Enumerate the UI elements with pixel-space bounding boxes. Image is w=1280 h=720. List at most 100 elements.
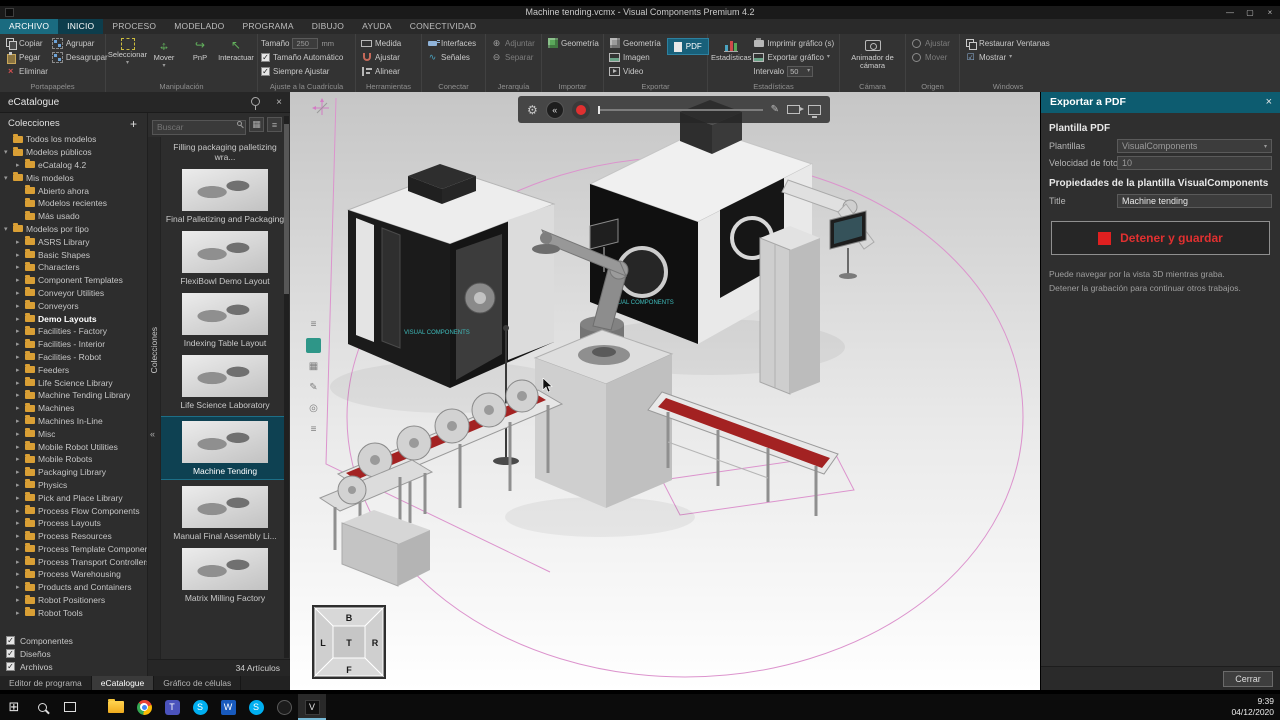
chrome-icon[interactable] xyxy=(130,694,158,720)
catalogue-item[interactable]: Final Palletizing and Packaging xyxy=(161,169,284,224)
catalogue-item[interactable]: Filling packaging palletizing wra... xyxy=(161,142,284,162)
tab-programa[interactable]: PROGRAMA xyxy=(234,19,303,34)
tab-archivo[interactable]: ARCHIVO xyxy=(0,19,59,34)
tree-expand-icon[interactable]: ▸ xyxy=(16,609,24,617)
tree-expand-icon[interactable]: ▸ xyxy=(16,455,24,463)
tree-expand-icon[interactable]: ▸ xyxy=(16,366,24,374)
export-chart-button[interactable]: Exportar gráfico ▾ xyxy=(751,50,836,64)
signals-button[interactable]: ∿ Señales xyxy=(425,50,482,64)
collapse-panel-icon[interactable]: « xyxy=(150,429,155,439)
menu-icon[interactable]: ≡ xyxy=(306,317,321,332)
tree-expand-icon[interactable]: ▸ xyxy=(16,404,24,412)
layers-icon[interactable]: ≡ xyxy=(306,422,321,437)
file-explorer-icon[interactable] xyxy=(102,694,130,720)
title-input[interactable]: Machine tending xyxy=(1117,194,1272,208)
interfaces-button[interactable]: Interfaces xyxy=(425,36,482,50)
tree-item[interactable]: ▸ Pick and Place Library xyxy=(0,491,147,504)
tree-expand-icon[interactable]: ▾ xyxy=(4,174,12,182)
pin-icon[interactable] xyxy=(251,97,260,110)
align-button[interactable]: Alinear xyxy=(359,64,418,78)
stop-and-save-button[interactable]: Detener y guardar xyxy=(1051,221,1270,255)
tree-item[interactable]: ▾ Modelos públicos xyxy=(0,146,147,159)
tree-expand-icon[interactable]: ▸ xyxy=(16,481,24,489)
auto-size-checkbox[interactable]: ✓ Tamaño Automático xyxy=(261,50,352,64)
tree-expand-icon[interactable]: ▸ xyxy=(16,596,24,604)
detach-button[interactable]: ⊖ Separar xyxy=(489,50,538,64)
move-button[interactable]: ↔ ↕ Mover ▾ xyxy=(146,36,182,80)
tree-expand-icon[interactable]: ▸ xyxy=(16,263,24,271)
export-geometry-button[interactable]: Geometría xyxy=(607,36,663,50)
tree-item[interactable]: ▸ Demo Layouts xyxy=(0,312,147,325)
restore-windows-button[interactable]: Restaurar Ventanas xyxy=(963,36,1053,50)
catalogue-item[interactable]: Machine Tending xyxy=(161,416,284,481)
tree-item[interactable]: Modelos recientes xyxy=(0,197,147,210)
settings-gear-icon[interactable]: ⚙ xyxy=(527,103,538,117)
import-geometry-button[interactable]: Geometría xyxy=(545,36,600,50)
tree-expand-icon[interactable]: ▸ xyxy=(16,468,24,476)
show-windows-button[interactable]: ☑ Mostrar ▾ xyxy=(963,50,1053,64)
tree-expand-icon[interactable]: ▸ xyxy=(16,353,24,361)
catalogue-item[interactable]: Life Science Laboratory xyxy=(161,355,284,410)
add-collection-button[interactable]: + xyxy=(130,118,137,130)
view-cube[interactable]: B L T R F xyxy=(312,605,386,679)
tree-expand-icon[interactable]: ▸ xyxy=(16,417,24,425)
grid-size-input[interactable]: 250 xyxy=(292,37,319,49)
teams-icon[interactable]: T xyxy=(158,694,186,720)
camera-animator-button[interactable]: Animador de cámara xyxy=(844,36,902,80)
tree-expand-icon[interactable]: ▸ xyxy=(16,315,24,323)
camera-capture-icon[interactable] xyxy=(787,105,804,114)
maximize-button[interactable]: ▢ xyxy=(1240,6,1260,19)
grid-display-icon[interactable]: ▦ xyxy=(306,359,321,374)
interact-button[interactable]: ↖ Interactuar xyxy=(218,36,254,80)
tree-expand-icon[interactable]: ▸ xyxy=(16,545,24,553)
pnp-button[interactable]: ↪ PnP xyxy=(182,36,218,80)
list-view-button[interactable]: ≡ xyxy=(267,117,282,132)
tree-expand-icon[interactable]: ▸ xyxy=(16,519,24,527)
catalogue-item[interactable]: Manual Final Assembly Li... xyxy=(161,486,284,541)
tab-proceso[interactable]: PROCESO xyxy=(103,19,165,34)
tree-expand-icon[interactable]: ▸ xyxy=(16,289,24,297)
tree-expand-icon[interactable]: ▸ xyxy=(16,570,24,578)
framerate-input[interactable]: 10 xyxy=(1117,156,1272,170)
tab-modelado[interactable]: MODELADO xyxy=(165,19,233,34)
tree-item[interactable]: ▸ Facilities - Interior xyxy=(0,338,147,351)
attach-button[interactable]: ⊕ Adjuntar xyxy=(489,36,538,50)
tree-item[interactable]: ▸ Process Layouts xyxy=(0,517,147,530)
minimize-button[interactable]: — xyxy=(1220,6,1240,19)
tree-item[interactable]: ▾ Modelos por tipo xyxy=(0,223,147,236)
tab-inicio[interactable]: INICIO xyxy=(58,19,104,34)
copy-button[interactable]: Copiar xyxy=(3,36,50,50)
tree-item[interactable]: ▸ Physics xyxy=(0,479,147,492)
tab-ayuda[interactable]: AYUDA xyxy=(353,19,401,34)
ungroup-button[interactable]: Desagrupar xyxy=(50,50,110,64)
export-video-button[interactable]: Video xyxy=(607,64,663,78)
visual-components-icon[interactable]: V xyxy=(298,694,326,720)
tree-item[interactable]: ▸ eCatalog 4.2 xyxy=(0,159,147,172)
tree-expand-icon[interactable]: ▸ xyxy=(16,391,24,399)
tree-expand-icon[interactable]: ▸ xyxy=(16,238,24,246)
panel-close-icon[interactable]: × xyxy=(276,92,282,113)
templates-combo[interactable]: VisualComponents ▾ xyxy=(1117,139,1272,153)
tree-item[interactable]: ▸ Robot Positioners xyxy=(0,594,147,607)
catalogue-item[interactable]: FlexiBowl Demo Layout xyxy=(161,231,284,286)
filter-archivos[interactable]: ✓ Archivos xyxy=(0,660,147,673)
tree-item[interactable]: ▸ Packaging Library xyxy=(0,466,147,479)
tree-expand-icon[interactable]: ▾ xyxy=(4,148,12,156)
catalogue-item[interactable]: Indexing Table Layout xyxy=(161,293,284,348)
print-chart-button[interactable]: Imprimir gráfico (s) xyxy=(751,36,836,50)
grid-view-button[interactable]: ▦ xyxy=(249,117,264,132)
snap-button[interactable]: Ajustar xyxy=(359,50,418,64)
tree-item[interactable]: ▸ Machines In-Line xyxy=(0,415,147,428)
search-input[interactable] xyxy=(152,119,246,135)
tree-item[interactable]: ▸ Machines xyxy=(0,402,147,415)
tree-item[interactable]: ▸ Products and Containers xyxy=(0,581,147,594)
tree-expand-icon[interactable]: ▸ xyxy=(16,302,24,310)
tree-item[interactable]: ▸ Component Templates xyxy=(0,274,147,287)
tab-ecatalogue[interactable]: eCatalogue xyxy=(91,676,155,690)
tree-item[interactable]: ▸ Conveyors xyxy=(0,299,147,312)
tree-item[interactable]: ▸ Basic Shapes xyxy=(0,248,147,261)
timeline-slider[interactable] xyxy=(597,105,763,114)
word-icon[interactable]: W xyxy=(214,694,242,720)
tree-item[interactable]: ▸ Feeders xyxy=(0,363,147,376)
catalogue-item[interactable]: Matrix Milling Factory xyxy=(161,548,284,603)
